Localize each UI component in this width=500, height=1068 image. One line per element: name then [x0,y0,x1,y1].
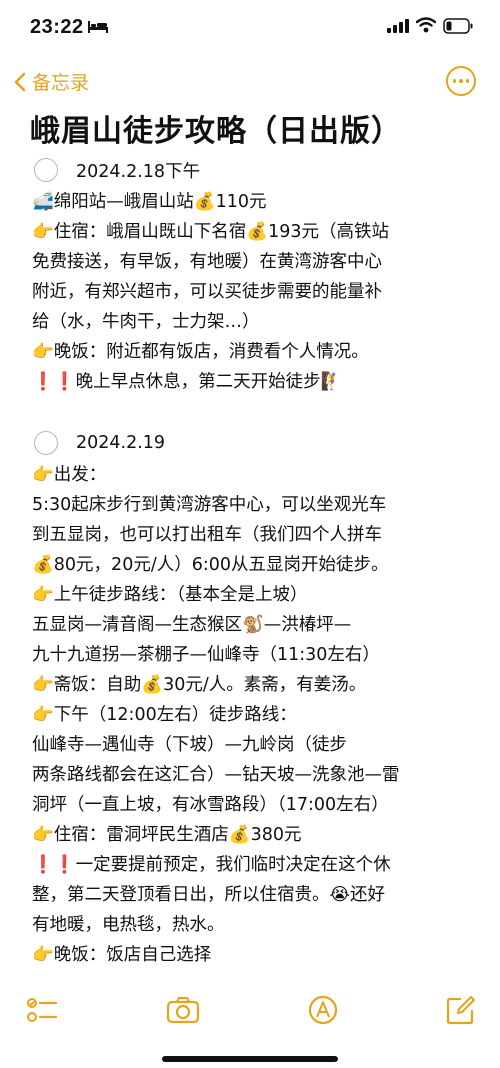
note-line: 👉住宿：峨眉山既山下名宿💰193元（高铁站 [32,222,389,242]
checkbox-circle[interactable] [34,431,58,455]
status-time: 23:22 [30,16,84,38]
note-line: 5:30起床步行到黄湾游客中心，可以坐观光车 [32,495,387,515]
sleep-focus-icon [88,21,108,33]
note-line: ❗❗晚上早点休息，第二天开始徒步🧗 [32,372,343,392]
note-line: 有地暖，电热毯，热水。 [32,915,225,935]
note-line: 洞坪（一直上坡，有冰雪路段）（17:00左右） [32,795,389,815]
note-line: 整，第二天登顶看日出，所以住宿贵。😭还好 [32,885,385,905]
note-line: 仙峰寺—遇仙寺（下坡）—九岭岗（徒步 [32,735,347,755]
bottom-toolbar [0,994,500,1034]
note-line: 五显岗—清音阁—生态猴区🐒—洪椿坪— [32,615,352,635]
section-date: 2024.2.18下午 [76,161,201,182]
checklist-icon[interactable] [26,994,58,1026]
note-line: 到五显岗，也可以打出租车（我们四个人拼车 [32,525,382,545]
note-line: 👉出发： [32,465,107,485]
checklist-item: 2024.2.19 [34,429,165,457]
note-line: 附近，有郑兴超市，可以买徒步需要的能量补 [32,282,382,302]
note-line: 👉晚饭：附近都有饭店，消费看个人情况。 [32,342,369,362]
note-line: 九十九道拐—茶棚子—仙峰寺（11:30左右） [32,645,380,665]
markup-icon[interactable] [307,994,339,1026]
camera-icon[interactable] [166,994,200,1026]
note-line: 👉晚饭：饭店自己选择 [32,945,212,965]
note-line: 👉住宿：雷洞坪民生酒店💰380元 [32,825,302,845]
note-line: 🚅绵阳站—峨眉山站💰110元 [32,192,267,212]
chevron-left-icon [14,72,26,91]
more-options-button[interactable] [446,66,476,96]
back-label: 备忘录 [32,73,90,94]
note-line: 👉斋饭：自助💰30元/人。素斋，有姜汤。 [32,675,367,695]
battery-icon [443,18,473,34]
section-date: 2024.2.19 [76,433,166,453]
note-line: 两条路线都会在这汇合）—钻天坡—洗象池—雷 [32,765,400,785]
cellular-signal-icon [387,19,409,33]
checkbox-circle[interactable] [34,158,58,182]
wifi-icon [416,17,436,33]
note-line: 给（水，牛肉干，士力架…） [32,312,260,332]
compose-icon[interactable] [446,994,476,1026]
status-bar: 23:22 [0,0,500,52]
note-line: 免费接送，有早饭，有地暖）在黄湾游客中心 [32,252,382,272]
home-indicator[interactable] [162,1056,338,1062]
note-title[interactable]: 峨眉山徒步攻略（日出版） [30,106,402,150]
note-line: 👉上午徒步路线：（基本全是上坡） [32,585,308,605]
note-line: 💰80元，20元/人）6:00从五显岗开始徒步。 [32,555,389,575]
back-button[interactable]: 备忘录 [14,68,89,95]
nav-bar: 备忘录 [0,60,500,102]
note-line: 👉下午（12:00左右）徒步路线： [32,705,297,725]
note-line: ❗❗一定要提前预定，我们临时决定在这个休 [32,855,391,875]
checklist-item: 2024.2.18下午 [34,156,200,184]
